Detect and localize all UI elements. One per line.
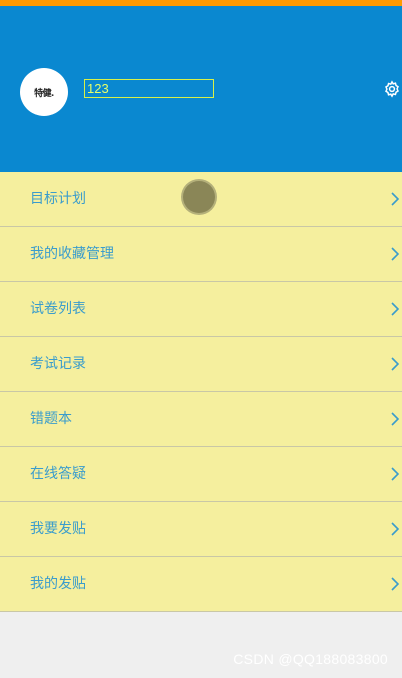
menu-item-label: 错题本 bbox=[30, 411, 72, 427]
avatar-signature: 特健. bbox=[34, 88, 54, 99]
menu-item-my-posts[interactable]: 我的发贴 bbox=[0, 557, 402, 612]
profile-header: 特健. 123 bbox=[0, 6, 402, 172]
menu-item-wrong-questions[interactable]: 错题本 bbox=[0, 392, 402, 447]
menu-item-label: 我要发贴 bbox=[30, 521, 86, 537]
menu-item-exam-records[interactable]: 考试记录 bbox=[0, 337, 402, 392]
menu-item-favorites[interactable]: 我的收藏管理 bbox=[0, 227, 402, 282]
menu-item-new-post[interactable]: 我要发贴 bbox=[0, 502, 402, 557]
menu-item-label: 我的收藏管理 bbox=[30, 246, 114, 262]
gear-icon bbox=[385, 80, 399, 98]
menu-item-label: 在线答疑 bbox=[30, 466, 86, 482]
touch-indicator bbox=[183, 181, 215, 213]
chevron-right-icon bbox=[391, 412, 400, 426]
chevron-right-icon bbox=[391, 192, 400, 206]
settings-button[interactable] bbox=[382, 79, 402, 99]
avatar[interactable]: 特健. bbox=[20, 68, 68, 116]
menu-item-exam-list[interactable]: 试卷列表 bbox=[0, 282, 402, 337]
menu-item-label: 目标计划 bbox=[30, 191, 86, 207]
chevron-right-icon bbox=[391, 467, 400, 481]
chevron-right-icon bbox=[391, 247, 400, 261]
menu-item-online-qa[interactable]: 在线答疑 bbox=[0, 447, 402, 502]
menu-list: 目标计划 我的收藏管理 试卷列表 考试记录 错题本 在线答疑 我要发贴 我的发贴 bbox=[0, 172, 402, 612]
menu-item-label: 考试记录 bbox=[30, 356, 86, 372]
chevron-right-icon bbox=[391, 577, 400, 591]
username-field[interactable]: 123 bbox=[84, 79, 214, 98]
menu-item-label: 试卷列表 bbox=[30, 301, 86, 317]
chevron-right-icon bbox=[391, 357, 400, 371]
menu-item-label: 我的发贴 bbox=[30, 576, 86, 592]
chevron-right-icon bbox=[391, 522, 400, 536]
chevron-right-icon bbox=[391, 302, 400, 316]
watermark: CSDN @QQ188083800 bbox=[233, 651, 388, 667]
